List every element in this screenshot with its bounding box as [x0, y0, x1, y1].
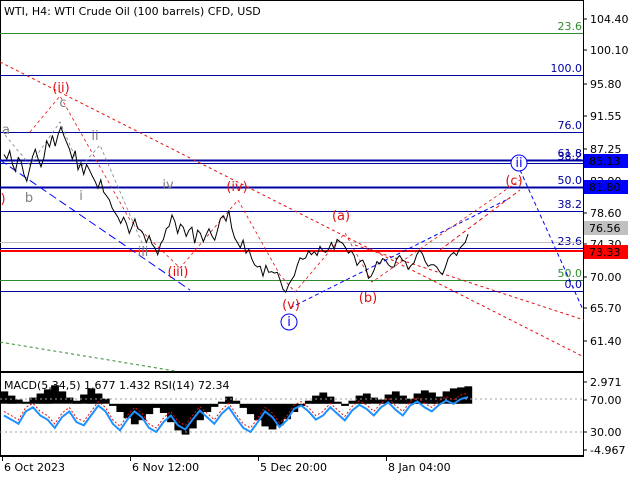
price-tag-label: 76.56: [589, 222, 621, 235]
chart-canvas: 23.6100.076.061.838.250.038.223.650.00.0…: [0, 0, 629, 474]
macd-bar: [14, 399, 23, 404]
macd-bar: [319, 392, 328, 404]
y-tick-label: 78.60: [590, 207, 622, 220]
fib-label: 50.0: [558, 174, 583, 187]
wave-label: (v): [282, 298, 300, 313]
macd-bar: [312, 395, 320, 404]
macd-bar: [210, 403, 219, 407]
macd-bar: [203, 403, 212, 412]
wave-label: i: [79, 189, 83, 204]
x-tick-label: 6 Oct 2023: [4, 461, 65, 474]
macd-bar: [217, 401, 226, 404]
macd-bar: [0, 391, 9, 404]
macd-bar: [246, 403, 255, 415]
wave-label: (b): [359, 291, 377, 306]
price-tag-label: 73.33: [589, 246, 621, 259]
fib-label: 76.0: [558, 119, 583, 132]
channel-lower-red: [354, 244, 585, 321]
chart-title: WTI, H4: WTI Crude Oil (100 barrels) CFD…: [4, 5, 261, 18]
x-tick-label: 5 Dec 20:00: [260, 461, 327, 474]
macd-bar: [239, 403, 248, 408]
price-series: [3, 125, 469, 294]
macd-bar: [326, 396, 335, 404]
macd-bar: [22, 401, 30, 404]
indicator-tick-label: 30.00: [590, 426, 622, 439]
wave-label: b: [25, 191, 33, 206]
macd-bar: [341, 403, 349, 406]
wave-label: i: [287, 315, 291, 330]
x-tick-label: 6 Nov 12:00: [132, 461, 199, 474]
wave-label: ii: [91, 129, 98, 144]
fib-label: 0.0: [565, 278, 583, 291]
macd-bar: [72, 400, 81, 404]
macd-bar: [145, 403, 154, 415]
fib-label: 23.6: [558, 235, 583, 248]
channel-red-right: [439, 189, 521, 251]
macd-bar: [58, 391, 67, 404]
green-dotted-line: [0, 341, 176, 372]
macd-bar: [348, 400, 357, 404]
price-tag-label: 85.13: [589, 155, 621, 168]
macd-bar: [420, 390, 429, 404]
indicator-tick-label: 70.00: [590, 394, 622, 407]
macd-bar: [399, 395, 407, 404]
y-tick-label: 65.70: [590, 302, 622, 315]
wave-label: (ii): [52, 81, 69, 96]
price-line: [3, 125, 469, 294]
y-tick-label: 100.10: [590, 44, 629, 57]
wave-label: a: [2, 123, 10, 138]
macd-bar: [428, 392, 436, 404]
wave-path-gray: [4, 121, 146, 251]
fibonacci-levels: 23.6100.076.061.838.250.038.223.650.00.0: [0, 20, 583, 292]
indicator-axis: 2.971 70.00 30.00 -4.967: [583, 376, 625, 457]
macd-bar: [109, 403, 117, 406]
wave-label: ii: [515, 156, 522, 171]
fib-label: 23.6: [558, 20, 583, 33]
macd-bar: [377, 399, 386, 404]
wave-label: (a): [332, 209, 350, 224]
macd-bar: [333, 401, 342, 404]
fib-label: 38.2: [558, 198, 583, 211]
macd-bar: [159, 403, 168, 413]
wave-label: iii: [138, 245, 149, 260]
wave-label: (iii): [168, 265, 189, 280]
wave-label: (iv): [226, 180, 247, 195]
indicator-series: [0, 385, 583, 435]
fib-label: 100.0: [551, 62, 583, 75]
time-axis: 6 Oct 2023 6 Nov 12:00 5 Dec 20:00 8 Jan 04…: [2, 456, 451, 474]
wave-label: (c): [505, 174, 522, 189]
indicator-title: MACD(5,34,5) 1.677 1.432 RSI(14) 72.34: [4, 379, 229, 392]
y-tick-label: 61.40: [590, 335, 622, 348]
macd-bar: [391, 391, 400, 404]
indicator-tick-label: 2.971: [590, 376, 622, 389]
wave-label: iv: [162, 178, 174, 193]
macd-bar: [7, 395, 16, 404]
wave-label: ): [0, 192, 5, 207]
macd-bar: [232, 400, 241, 404]
price-tag-label: 81.80: [589, 181, 621, 194]
wave-label: c: [59, 96, 66, 111]
x-tick-label: 8 Jan 04:00: [388, 461, 451, 474]
y-tick-label: 70.00: [590, 271, 622, 284]
macd-bar: [464, 386, 473, 404]
macd-bar: [152, 403, 161, 408]
wave-labels: (ii)ca iib iiv (iv)iii(iii)(a)(v) (b)(c))iii: [0, 81, 528, 331]
macd-bar: [304, 400, 313, 404]
macd-bar: [116, 403, 125, 412]
y-tick-label: 91.55: [590, 110, 622, 123]
y-tick-label: 95.80: [590, 78, 622, 91]
y-tick-label: 104.40: [590, 13, 629, 26]
indicator-tick-label: -4.967: [590, 444, 625, 457]
fib-label: 38.2: [558, 150, 583, 163]
